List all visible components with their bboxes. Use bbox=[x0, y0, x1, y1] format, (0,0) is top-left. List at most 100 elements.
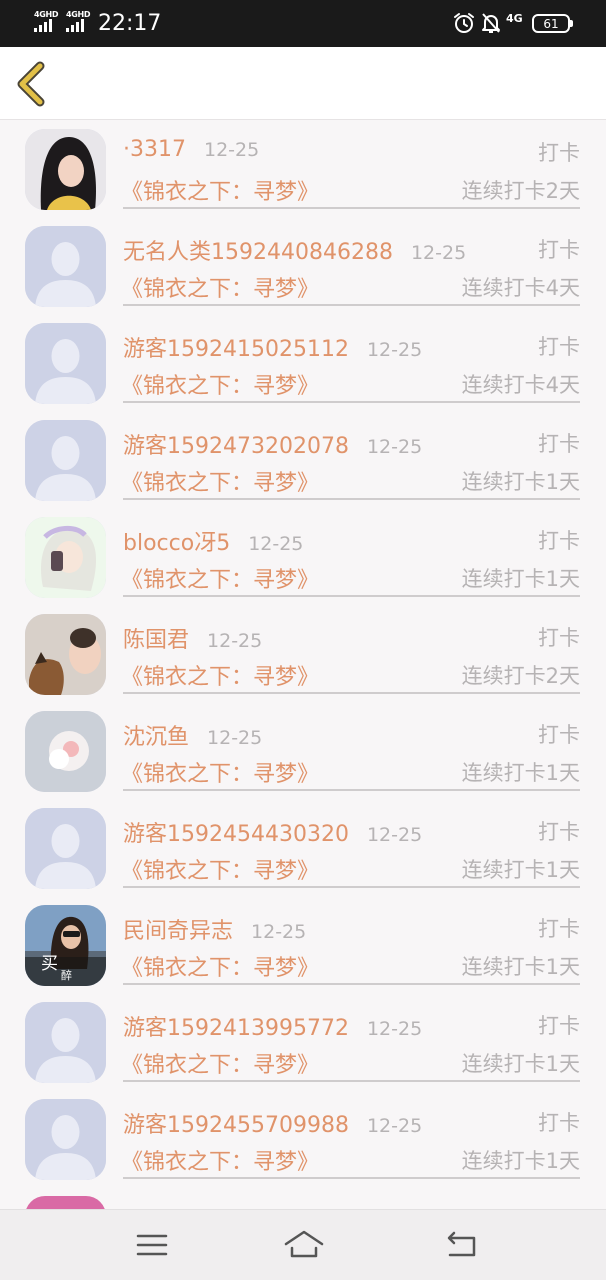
alarm-icon bbox=[454, 13, 474, 33]
checkin-date: 12-25 bbox=[366, 1018, 423, 1040]
back-icon[interactable] bbox=[442, 1228, 482, 1262]
user-name[interactable]: 陈国君 bbox=[123, 622, 189, 654]
menu-icon[interactable] bbox=[132, 1228, 172, 1262]
name-line: 沈沉鱼 12-25 bbox=[123, 719, 262, 751]
user-name[interactable]: ·3317 bbox=[123, 137, 186, 162]
user-name[interactable]: 民间奇异志 bbox=[123, 913, 233, 945]
network-label: 4GHD bbox=[34, 10, 59, 19]
divider bbox=[123, 983, 580, 985]
list-item[interactable]: ·3317 12-25 打卡 《锦衣之下：寻梦》 连续打卡2天 bbox=[0, 121, 606, 218]
checkin-date: 12-25 bbox=[366, 436, 423, 458]
checkin-date: 12-25 bbox=[366, 824, 423, 846]
book-title[interactable]: 《锦衣之下：寻梦》 bbox=[121, 659, 319, 691]
checkin-date: 12-25 bbox=[207, 630, 263, 652]
book-title[interactable]: 《锦衣之下：寻梦》 bbox=[121, 1144, 319, 1176]
list-item[interactable]: 游客1592455709988 12-25 打卡《锦衣之下：寻梦》 连续打卡1天 bbox=[0, 1091, 606, 1188]
avatar[interactable]: 买醉 bbox=[25, 905, 106, 986]
checkin-list[interactable]: ·3317 12-25 打卡 《锦衣之下：寻梦》 连续打卡2天 无名人类159244084… bbox=[0, 121, 606, 1209]
divider bbox=[123, 304, 580, 306]
checkin-date: 12-25 bbox=[248, 533, 304, 555]
divider bbox=[123, 886, 580, 888]
book-title[interactable]: 《锦衣之下：寻梦》 bbox=[121, 368, 319, 400]
system-nav-bar bbox=[0, 1209, 606, 1280]
name-line: 游客1592455709988 12-25 bbox=[123, 1107, 422, 1139]
checkin-date: 12-25 bbox=[251, 921, 307, 943]
signal-icon: 4GHD bbox=[66, 10, 94, 32]
clock: 22:17 bbox=[98, 11, 162, 36]
name-line: blocco冴5 12-25 bbox=[123, 525, 304, 557]
action-label: 打卡 bbox=[538, 626, 580, 650]
user-name[interactable]: 无名人类1592440846288 bbox=[123, 234, 393, 266]
list-item[interactable]: 游客1592473202078 12-25 打卡 《锦衣之下：寻梦》 连续打卡1天 bbox=[0, 412, 606, 509]
action-label: 打卡 bbox=[538, 1014, 580, 1038]
top-bar bbox=[0, 47, 606, 120]
user-name[interactable]: 沈沉鱼 bbox=[123, 719, 189, 751]
action-label: 打卡 bbox=[538, 141, 580, 165]
avatar[interactable] bbox=[25, 323, 106, 404]
list-item[interactable]: 游客1592415025112 12-25 打卡 《锦衣之下：寻梦》 连续打卡4天 bbox=[0, 315, 606, 412]
avatar[interactable] bbox=[25, 1099, 106, 1180]
streak-label: 连续打卡1天 bbox=[461, 761, 580, 785]
list-item[interactable]: 陈国君 12-25 打卡 《锦衣之下：寻梦》 连续打卡2天 bbox=[0, 606, 606, 703]
avatar[interactable] bbox=[25, 420, 106, 501]
user-name[interactable]: 游客1592473202078 bbox=[123, 428, 349, 460]
name-line: 游客1592413995772 12-25 bbox=[123, 1010, 423, 1042]
divider bbox=[123, 1080, 580, 1082]
back-button[interactable] bbox=[12, 61, 52, 107]
action-label: 打卡 bbox=[538, 723, 580, 747]
network-type: 4G bbox=[506, 12, 523, 25]
action-label: 打卡 bbox=[538, 335, 580, 359]
avatar-caption: 醉 bbox=[61, 969, 72, 982]
book-title[interactable]: 《锦衣之下：寻梦》 bbox=[121, 465, 319, 497]
list-item[interactable]: 无名人类1592440846288 12-25 打卡《锦衣之下：寻梦》 连续打卡4天 bbox=[0, 218, 606, 315]
action-label: 打卡 bbox=[538, 238, 580, 262]
divider bbox=[123, 207, 580, 209]
list-item[interactable]: 买醉民间奇异志 12-25 打卡 《锦衣之下：寻梦》 连续打卡1天 bbox=[0, 897, 606, 994]
divider bbox=[123, 1177, 580, 1179]
user-name[interactable]: 游客1592415025112 bbox=[123, 331, 349, 363]
streak-label: 连续打卡1天 bbox=[461, 1149, 580, 1173]
name-line: 游客1592415025112 12-25 bbox=[123, 331, 423, 363]
user-name[interactable]: blocco冴5 bbox=[123, 525, 230, 557]
streak-label: 连续打卡1天 bbox=[461, 858, 580, 882]
name-line: 无名人类1592440846288 12-25 bbox=[123, 234, 466, 266]
user-name[interactable]: 游客1592455709988 bbox=[123, 1107, 349, 1139]
action-label: 打卡 bbox=[538, 432, 580, 456]
avatar[interactable] bbox=[25, 808, 106, 889]
name-line: 游客1592454430320 12-25 bbox=[123, 816, 423, 848]
book-title[interactable]: 《锦衣之下：寻梦》 bbox=[121, 271, 319, 303]
checkin-date: 12-25 bbox=[366, 339, 423, 361]
action-label: 打卡 bbox=[538, 917, 580, 941]
list-item-partial[interactable] bbox=[0, 1188, 606, 1209]
avatar[interactable] bbox=[25, 226, 106, 307]
action-label: 打卡 bbox=[538, 820, 580, 844]
avatar-caption: 买 bbox=[41, 954, 58, 974]
book-title[interactable]: 《锦衣之下：寻梦》 bbox=[121, 756, 319, 788]
avatar[interactable] bbox=[25, 129, 106, 210]
avatar[interactable] bbox=[25, 711, 106, 792]
book-title[interactable]: 《锦衣之下：寻梦》 bbox=[121, 1047, 319, 1079]
name-line: 陈国君 12-25 bbox=[123, 622, 263, 654]
book-title[interactable]: 《锦衣之下：寻梦》 bbox=[121, 853, 319, 885]
divider bbox=[123, 401, 580, 403]
divider bbox=[123, 692, 580, 694]
streak-label: 连续打卡4天 bbox=[461, 276, 580, 300]
list-item[interactable]: blocco冴5 12-25 打卡《锦衣之下：寻梦》 连续打卡1天 bbox=[0, 509, 606, 606]
book-title[interactable]: 《锦衣之下：寻梦》 bbox=[121, 950, 319, 982]
book-title[interactable]: 《锦衣之下：寻梦》 bbox=[121, 562, 319, 594]
user-name[interactable]: 游客1592454430320 bbox=[123, 816, 349, 848]
action-label: 打卡 bbox=[538, 1111, 580, 1135]
streak-label: 连续打卡1天 bbox=[461, 567, 580, 591]
action-label: 打卡 bbox=[538, 529, 580, 553]
list-item[interactable]: 游客1592413995772 12-25 打卡 《锦衣之下：寻梦》 连续打卡1天 bbox=[0, 994, 606, 1091]
book-title[interactable]: 《锦衣之下：寻梦》 bbox=[121, 174, 319, 206]
avatar[interactable] bbox=[25, 1196, 106, 1209]
list-item[interactable]: 游客1592454430320 12-25 打卡《锦衣之下：寻梦》 连续打卡1天 bbox=[0, 800, 606, 897]
home-icon[interactable] bbox=[284, 1228, 324, 1262]
divider bbox=[123, 595, 580, 597]
avatar[interactable] bbox=[25, 517, 106, 598]
avatar[interactable] bbox=[25, 1002, 106, 1083]
avatar[interactable] bbox=[25, 614, 106, 695]
list-item[interactable]: 沈沉鱼 12-25 打卡《锦衣之下：寻梦》 连续打卡1天 bbox=[0, 703, 606, 800]
user-name[interactable]: 游客1592413995772 bbox=[123, 1010, 349, 1042]
